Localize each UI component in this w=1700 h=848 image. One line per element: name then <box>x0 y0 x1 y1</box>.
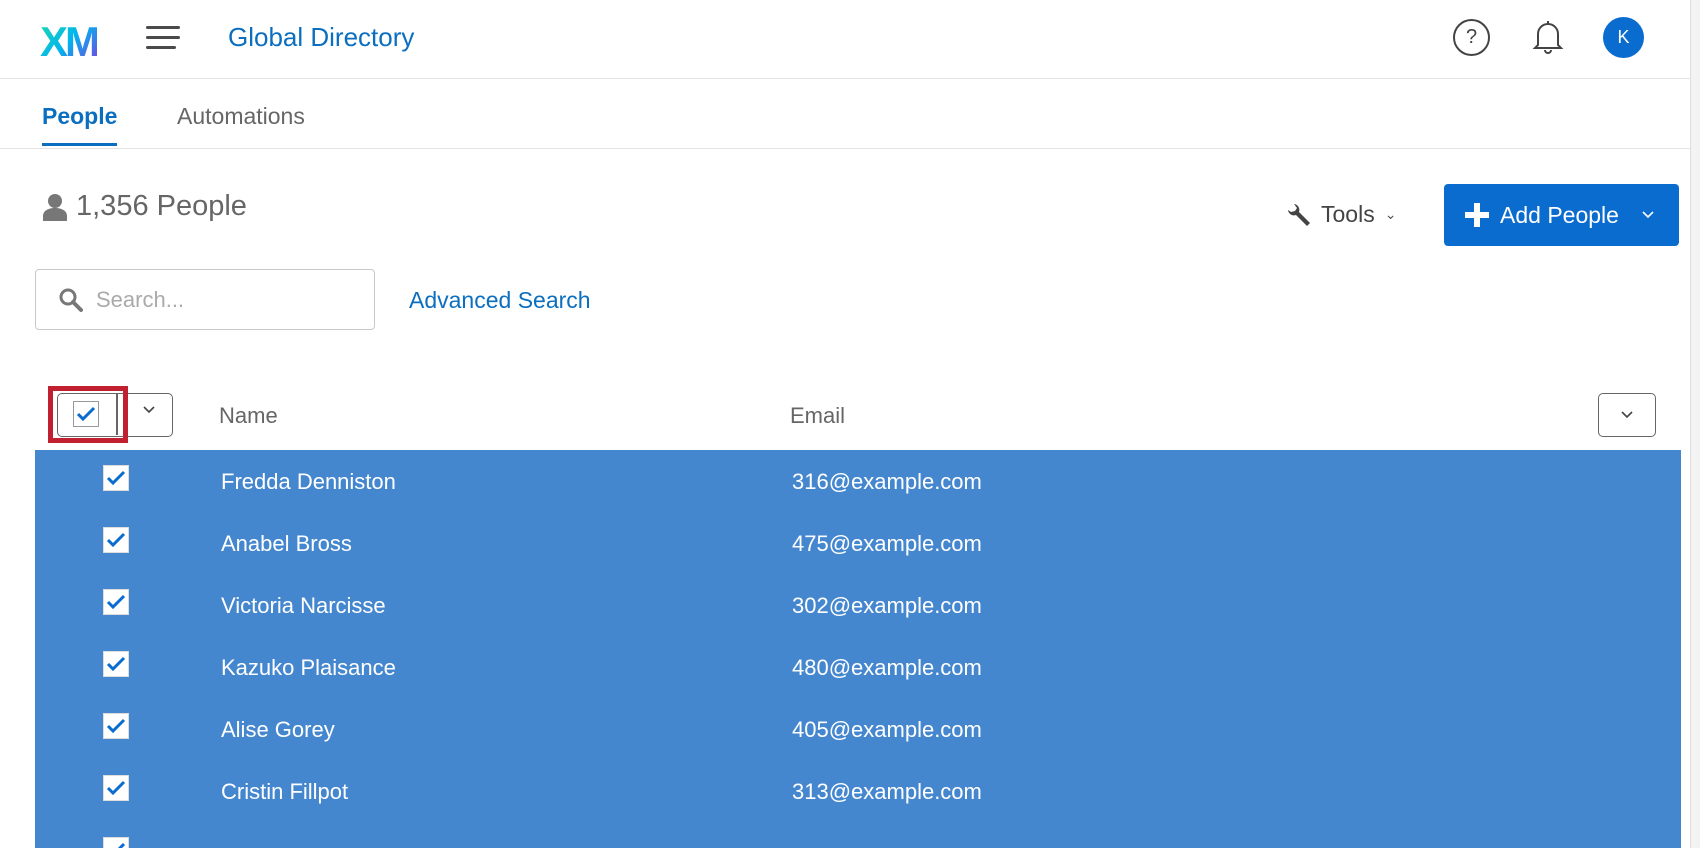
scrollbar[interactable] <box>1690 0 1700 848</box>
table-row[interactable]: Cristin Fillpot 313@example.com <box>35 760 1681 822</box>
column-options-dropdown[interactable] <box>1598 393 1656 437</box>
user-avatar[interactable]: K <box>1603 17 1644 58</box>
table-row[interactable]: Anabel Bross 475@example.com <box>35 512 1681 574</box>
xm-logo[interactable]: XM <box>40 18 100 66</box>
help-icon[interactable]: ? <box>1453 19 1490 56</box>
bell-icon[interactable] <box>1530 17 1566 62</box>
table-row[interactable] <box>35 822 1681 848</box>
person-name[interactable]: Anabel Bross <box>221 531 352 557</box>
row-checkbox[interactable] <box>103 837 129 848</box>
people-table-body: Fredda Denniston 316@example.com Anabel Br… <box>35 450 1681 848</box>
wrench-icon <box>1288 203 1310 226</box>
table-row[interactable]: Kazuko Plaisance 480@example.com <box>35 636 1681 698</box>
table-row[interactable]: Alise Gorey 405@example.com <box>35 698 1681 760</box>
row-checkbox[interactable] <box>103 713 129 739</box>
checkmark-icon <box>106 656 126 672</box>
person-name[interactable]: Cristin Fillpot <box>221 779 348 805</box>
chevron-down-icon <box>1642 211 1654 219</box>
person-name[interactable]: Alise Gorey <box>221 717 335 743</box>
chevron-down-icon <box>1621 411 1633 419</box>
tab-people[interactable]: People <box>42 103 118 146</box>
search-box <box>35 269 375 330</box>
person-email: 302@example.com <box>792 593 982 618</box>
hamburger-menu-icon[interactable] <box>146 26 180 50</box>
person-email: 316@example.com <box>792 469 982 494</box>
person-name[interactable]: Kazuko Plaisance <box>221 655 396 681</box>
person-email: 405@example.com <box>792 717 982 742</box>
tools-label: Tools <box>1321 201 1375 227</box>
column-header-email[interactable]: Email <box>790 403 845 429</box>
person-icon <box>43 193 67 221</box>
search-icon <box>59 288 83 312</box>
column-header-name[interactable]: Name <box>219 403 278 429</box>
tools-dropdown[interactable]: Tools ⌄ <box>1285 201 1396 228</box>
checkmark-icon <box>106 470 126 486</box>
app-title[interactable]: Global Directory <box>228 22 414 53</box>
add-people-button[interactable]: Add People <box>1444 184 1679 246</box>
chevron-down-icon: ⌄ <box>1384 206 1397 222</box>
checkmark-icon <box>106 594 126 610</box>
add-people-label: Add People <box>1500 201 1619 228</box>
select-options-chevron-icon[interactable] <box>141 403 157 421</box>
highlight-box <box>48 386 128 443</box>
row-checkbox[interactable] <box>103 465 129 491</box>
top-bar: XM Global Directory ? K <box>0 0 1690 79</box>
person-email: 480@example.com <box>792 655 982 680</box>
table-row[interactable]: Fredda Denniston 316@example.com <box>35 450 1681 512</box>
tab-bar: People Automations <box>0 79 1690 149</box>
row-checkbox[interactable] <box>103 651 129 677</box>
row-checkbox[interactable] <box>103 527 129 553</box>
table-row[interactable]: Victoria Narcisse 302@example.com <box>35 574 1681 636</box>
tab-automations[interactable]: Automations <box>177 103 305 130</box>
person-email: 313@example.com <box>792 779 982 804</box>
person-email: 475@example.com <box>792 531 982 556</box>
row-checkbox[interactable] <box>103 589 129 615</box>
person-name[interactable]: Victoria Narcisse <box>221 593 386 619</box>
checkmark-icon <box>106 780 126 796</box>
people-count-text: 1,356 People <box>76 190 247 222</box>
advanced-search-link[interactable]: Advanced Search <box>409 287 591 314</box>
row-checkbox[interactable] <box>103 775 129 801</box>
person-name[interactable]: Fredda Denniston <box>221 469 396 495</box>
plus-icon <box>1465 203 1489 227</box>
checkmark-icon <box>106 532 126 548</box>
search-input[interactable] <box>96 286 346 313</box>
checkmark-icon <box>106 718 126 734</box>
people-count: 1,356 People <box>42 190 247 223</box>
checkmark-icon <box>117 842 126 848</box>
